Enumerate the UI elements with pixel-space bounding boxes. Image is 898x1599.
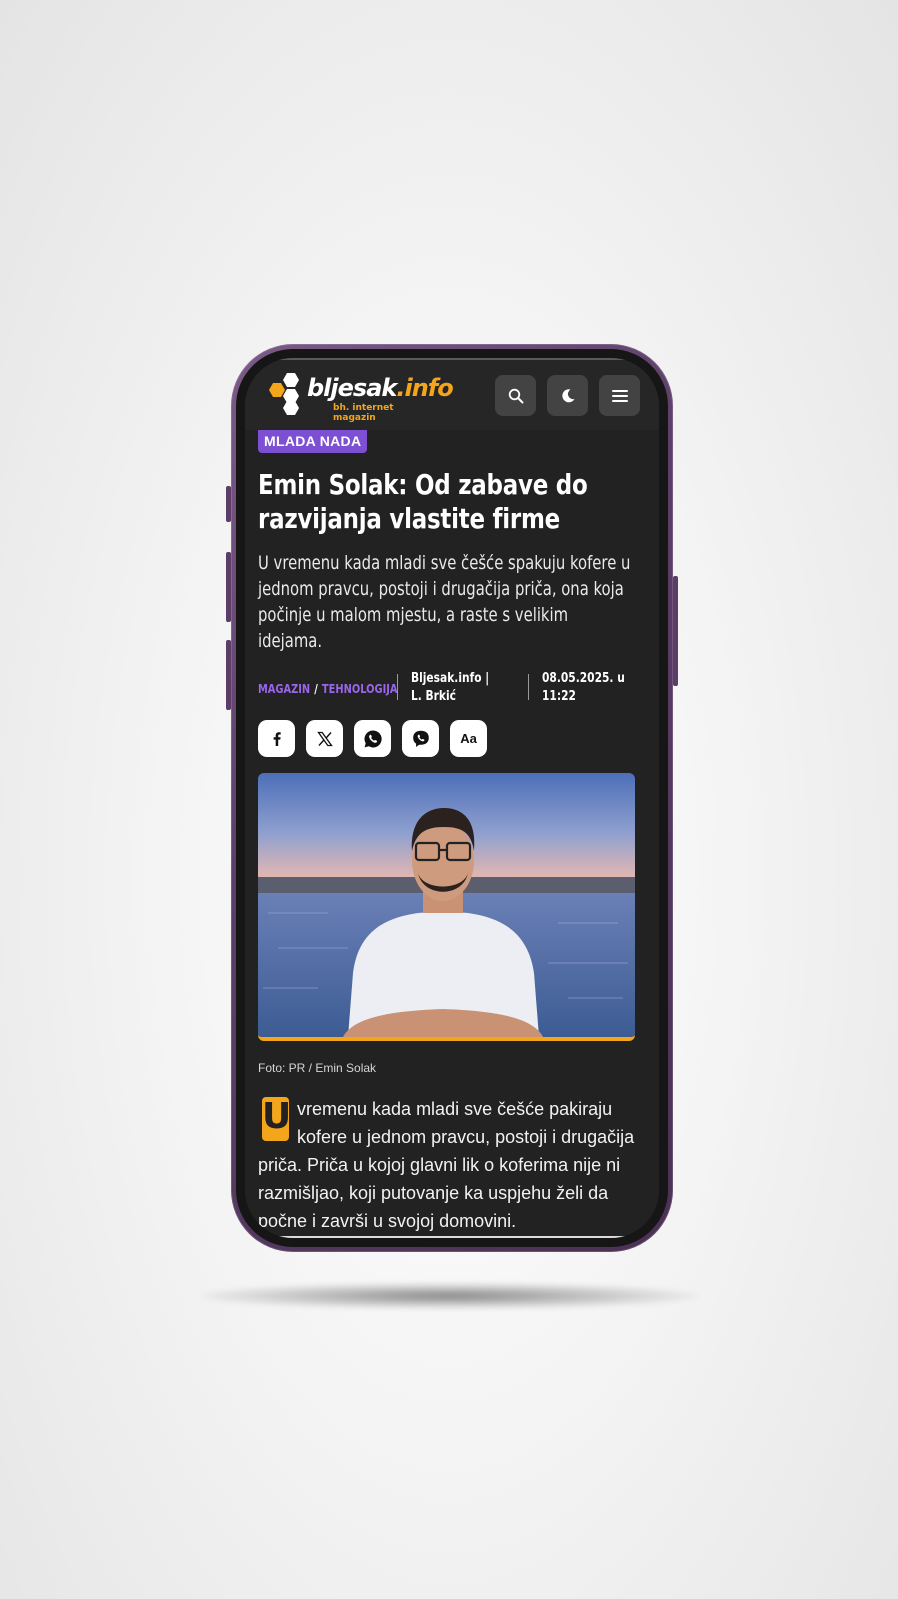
article-photo-image <box>258 773 635 1037</box>
article-photo[interactable] <box>258 773 635 1041</box>
whatsapp-icon <box>364 729 382 747</box>
site-logo[interactable]: bljesak.info bh. internet magazin <box>261 371 454 423</box>
share-bar: Aa <box>258 720 635 757</box>
article-lead: U vremenu kada mladi sve češće spakuju k… <box>258 552 631 652</box>
font-size-button[interactable]: Aa <box>450 720 487 757</box>
search-icon <box>508 388 523 403</box>
article-body: Uvremenu kada mladi sve češće pakiraju k… <box>258 1095 635 1238</box>
meta-divider <box>528 674 529 700</box>
search-button[interactable] <box>495 375 536 416</box>
menu-button[interactable] <box>599 375 640 416</box>
site-header: bljesak.info bh. internet magazin <box>245 358 659 430</box>
article-title: Emin Solak: Od zabave do razvijanja vlas… <box>258 468 588 535</box>
phone-power-button <box>673 576 678 686</box>
share-whatsapp-button[interactable] <box>354 720 391 757</box>
phone-screen: bljesak.info bh. internet magazin MLADA … <box>245 358 659 1238</box>
article-meta: MAGAZIN / TEHNOLOGIJA Bljesak.info | L. Br… <box>258 670 635 710</box>
menu-icon <box>611 389 628 402</box>
category-link-tehnologija[interactable]: TEHNOLOGIJA <box>322 682 398 696</box>
logo-tagline: bh. internet magazin <box>333 403 394 423</box>
facebook-icon <box>273 731 281 746</box>
meta-divider <box>397 674 398 700</box>
logo-hexagons-icon <box>269 373 299 415</box>
viber-icon <box>412 730 429 747</box>
article-date: 08.05.2025. u 11:22 <box>542 671 625 704</box>
moon-icon <box>561 388 574 402</box>
share-x-button[interactable] <box>306 720 343 757</box>
article-categories: MAGAZIN / TEHNOLOGIJA <box>258 682 398 696</box>
body-dropcap: U <box>262 1097 291 1141</box>
body-paragraph: vremenu kada mladi sve češće pakiraju ko… <box>258 1099 635 1231</box>
category-link-magazin[interactable]: MAGAZIN <box>258 682 310 696</box>
screen-bottom-edge <box>255 1236 649 1238</box>
dark-mode-toggle[interactable] <box>547 375 588 416</box>
article-author: Bljesak.info | L. Brkić <box>411 671 490 704</box>
phone-mockup: bljesak.info bh. internet magazin MLADA … <box>231 344 673 1252</box>
share-facebook-button[interactable] <box>258 720 295 757</box>
photo-caption: Foto: PR / Emin Solak <box>258 1061 377 1075</box>
font-size-label: Aa <box>460 731 477 746</box>
logo-wordmark: bljesak.info <box>307 374 454 402</box>
article: MLADA NADA Emin Solak: Od zabave do razv… <box>258 430 635 1238</box>
phone-bezel: bljesak.info bh. internet magazin MLADA … <box>236 349 668 1247</box>
floor-shadow <box>200 1283 698 1309</box>
category-separator: / <box>314 682 318 696</box>
x-icon <box>316 731 333 746</box>
share-viber-button[interactable] <box>402 720 439 757</box>
article-tag[interactable]: MLADA NADA <box>258 430 368 453</box>
